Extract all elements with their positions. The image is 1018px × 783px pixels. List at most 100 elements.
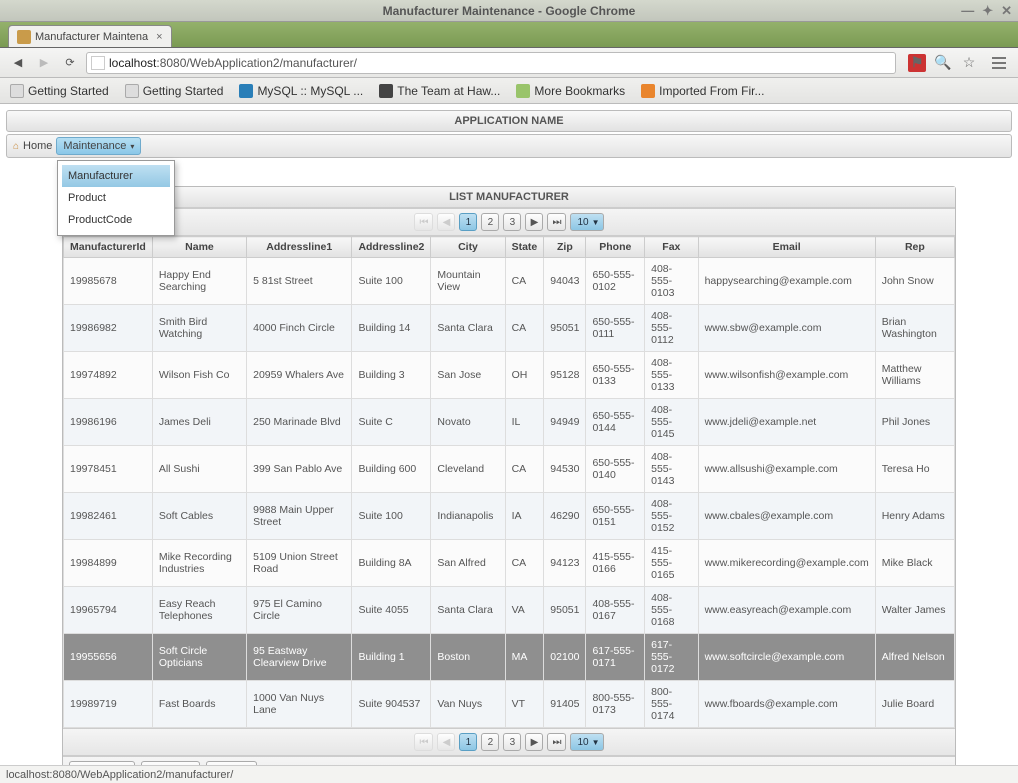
star-icon[interactable]: ☆	[960, 54, 978, 72]
bookmark-item[interactable]: Imported From Fir...	[641, 84, 764, 98]
next-page-button[interactable]: ▶	[525, 213, 543, 231]
bookmark-bar: Getting Started Getting Started MySQL :: M…	[0, 78, 1018, 104]
bookmark-label: More Bookmarks	[534, 84, 625, 98]
cell-email: www.softcircle@example.com	[698, 634, 875, 681]
table-row[interactable]: 19989719Fast Boards1000 Van Nuys LaneSui…	[64, 681, 955, 728]
cell-phone: 800-555-0173	[586, 681, 645, 728]
close-icon[interactable]: ✕	[1001, 3, 1012, 19]
column-header[interactable]: Name	[152, 237, 246, 258]
table-row[interactable]: 19985678Happy End Searching5 81st Street…	[64, 258, 955, 305]
bookmark-label: Getting Started	[143, 84, 224, 98]
cell-state: CA	[505, 258, 544, 305]
dropdown-item[interactable]: Manufacturer	[62, 165, 170, 187]
bookmark-icon	[379, 84, 393, 98]
page-button-2[interactable]: 2	[481, 213, 499, 231]
action-bar: ＋Create 🔍View ✎Edit	[63, 756, 955, 765]
cell-a2: Suite 100	[352, 493, 431, 540]
url-bar[interactable]: localhost:8080/WebApplication2/manufactu…	[86, 52, 896, 74]
cell-zip: 95051	[544, 587, 586, 634]
back-button[interactable]: ◀	[8, 53, 28, 73]
bookmark-item[interactable]: More Bookmarks	[516, 84, 625, 98]
rows-per-page-select[interactable]: 10	[570, 213, 603, 231]
cell-id: 19955656	[64, 634, 153, 681]
table-row[interactable]: 19974892Wilson Fish Co20959 Whalers AveB…	[64, 352, 955, 399]
table-row[interactable]: 19986196James Deli250 Marinade BlvdSuite…	[64, 399, 955, 446]
cell-a1: 975 El Camino Circle	[247, 587, 352, 634]
table-row[interactable]: 19955656Soft Circle Opticians95 Eastway …	[64, 634, 955, 681]
dropdown-item[interactable]: ProductCode	[62, 209, 170, 231]
cell-fax: 617-555-0172	[645, 634, 698, 681]
cell-id: 19965794	[64, 587, 153, 634]
table-row[interactable]: 19984899Mike Recording Industries5109 Un…	[64, 540, 955, 587]
bookmark-item[interactable]: Getting Started	[125, 84, 224, 98]
rows-per-page-select[interactable]: 10	[570, 733, 603, 751]
cell-city: Indianapolis	[431, 493, 505, 540]
bookmark-item[interactable]: The Team at Haw...	[379, 84, 500, 98]
cell-a1: 5109 Union Street Road	[247, 540, 352, 587]
cell-state: VT	[505, 681, 544, 728]
prev-page-button: ◀	[437, 213, 455, 231]
cell-name: Soft Cables	[152, 493, 246, 540]
column-header[interactable]: Phone	[586, 237, 645, 258]
app-header: APPLICATION NAME	[6, 110, 1012, 132]
column-header[interactable]: Zip	[544, 237, 586, 258]
bookmark-icon	[10, 84, 24, 98]
table-row[interactable]: 19982461Soft Cables9988 Main Upper Stree…	[64, 493, 955, 540]
page-button-3[interactable]: 3	[503, 213, 521, 231]
column-header[interactable]: Rep	[875, 237, 954, 258]
cell-a2: Suite 100	[352, 258, 431, 305]
maintenance-menu[interactable]: Maintenance▾	[56, 137, 141, 155]
maximize-icon[interactable]: ✦	[982, 3, 993, 19]
table-row[interactable]: 19978451All Sushi399 San Pablo AveBuildi…	[64, 446, 955, 493]
page-button-2[interactable]: 2	[481, 733, 499, 751]
cell-rep: Matthew Williams	[875, 352, 954, 399]
flash-icon[interactable]: ⚑	[908, 54, 926, 72]
column-header[interactable]: Addressline2	[352, 237, 431, 258]
cell-city: San Jose	[431, 352, 505, 399]
cell-a1: 1000 Van Nuys Lane	[247, 681, 352, 728]
bookmark-label: The Team at Haw...	[397, 84, 500, 98]
cell-a2: Suite 4055	[352, 587, 431, 634]
cell-zip: 94043	[544, 258, 586, 305]
browser-menu-button[interactable]	[988, 57, 1010, 69]
table-row[interactable]: 19965794Easy Reach Telephones975 El Cami…	[64, 587, 955, 634]
browser-tab[interactable]: Manufacturer Maintena ×	[8, 25, 172, 47]
bookmark-item[interactable]: MySQL :: MySQL ...	[239, 84, 363, 98]
panel-title: LIST MANUFACTURER	[63, 187, 955, 208]
zoom-icon[interactable]: 🔍	[934, 54, 952, 72]
cell-id: 19978451	[64, 446, 153, 493]
page-button-1[interactable]: 1	[459, 733, 477, 751]
last-page-button[interactable]: ⏭	[547, 733, 566, 751]
table-row[interactable]: 19986982Smith Bird Watching4000 Finch Ci…	[64, 305, 955, 352]
reload-button[interactable]: ⟳	[60, 53, 80, 73]
app-menubar: ⌂ Home Maintenance▾ ManufacturerProductP…	[6, 134, 1012, 158]
cell-email: www.cbales@example.com	[698, 493, 875, 540]
home-icon[interactable]: ⌂	[13, 141, 19, 152]
tab-close-icon[interactable]: ×	[156, 31, 162, 43]
cell-zip: 95128	[544, 352, 586, 399]
column-header[interactable]: ManufacturerId	[64, 237, 153, 258]
column-header[interactable]: Fax	[645, 237, 698, 258]
column-header[interactable]: State	[505, 237, 544, 258]
list-panel: LIST MANUFACTURER ⏮◀123▶⏭10 Manufacturer…	[62, 186, 956, 765]
column-header[interactable]: Email	[698, 237, 875, 258]
first-page-button: ⏮	[414, 733, 433, 751]
cell-zip: 02100	[544, 634, 586, 681]
minimize-icon[interactable]: —	[961, 3, 974, 19]
next-page-button[interactable]: ▶	[525, 733, 543, 751]
last-page-button[interactable]: ⏭	[547, 213, 566, 231]
cell-email: www.easyreach@example.com	[698, 587, 875, 634]
cell-fax: 408-555-0143	[645, 446, 698, 493]
dropdown-item[interactable]: Product	[62, 187, 170, 209]
manufacturer-table: ManufacturerIdNameAddressline1Addresslin…	[63, 236, 955, 728]
column-header[interactable]: Addressline1	[247, 237, 352, 258]
page-button-1[interactable]: 1	[459, 213, 477, 231]
cell-name: Easy Reach Telephones	[152, 587, 246, 634]
bookmark-item[interactable]: Getting Started	[10, 84, 109, 98]
home-link[interactable]: Home	[23, 140, 52, 152]
forward-button: ▶	[34, 53, 54, 73]
window-title: Manufacturer Maintenance - Google Chrome	[383, 4, 636, 18]
first-page-button: ⏮	[414, 213, 433, 231]
column-header[interactable]: City	[431, 237, 505, 258]
page-button-3[interactable]: 3	[503, 733, 521, 751]
